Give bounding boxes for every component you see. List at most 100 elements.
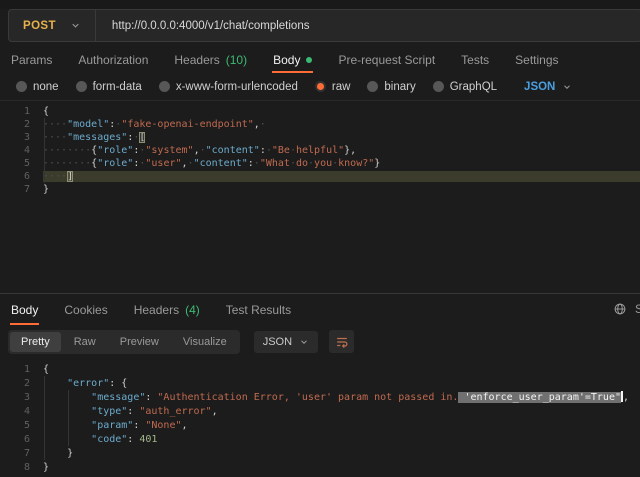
response-header-right: S <box>613 293 640 325</box>
code-token: ] <box>67 171 73 182</box>
body-mode-raw[interactable]: raw <box>315 81 351 93</box>
view-raw[interactable]: Raw <box>63 332 107 352</box>
tab-count: (10) <box>226 53 247 67</box>
code-line[interactable]: 7} <box>0 183 640 196</box>
tab-label: Params <box>11 53 52 67</box>
code-token: { <box>43 364 49 375</box>
line-number: 5 <box>0 420 43 431</box>
code-token: "What <box>260 158 290 169</box>
code-token: "role" <box>97 158 133 169</box>
tab-body[interactable]: Body <box>272 46 313 73</box>
tab-label: Settings <box>515 53 558 67</box>
code-token: }, <box>344 145 356 156</box>
body-mode-label: binary <box>384 81 415 93</box>
tab-params[interactable]: Params <box>10 46 53 73</box>
tab-label: Headers <box>134 303 179 317</box>
code-line[interactable]: 7 } <box>0 446 640 460</box>
view-visualize[interactable]: Visualize <box>172 332 238 352</box>
response-tabs: Body Cookies Headers(4) Test Results <box>0 293 640 325</box>
code-token: "error" <box>67 378 109 389</box>
code-line[interactable]: 6 "code": 401 <box>0 432 640 446</box>
code-token: ···· <box>43 171 67 182</box>
tab-settings[interactable]: Settings <box>514 46 559 73</box>
code-text: "param": "None", <box>43 420 640 431</box>
code-line[interactable]: 3····"messages":·[ <box>0 131 640 144</box>
code-line[interactable]: 1{ <box>0 362 640 376</box>
code-token: } <box>43 462 49 473</box>
request-language-selector[interactable]: JSON <box>524 81 572 93</box>
body-mode-binary[interactable]: binary <box>367 81 415 93</box>
code-token: · <box>260 119 266 130</box>
tab-cookies[interactable]: Cookies <box>63 294 108 325</box>
code-token: do <box>296 158 308 169</box>
code-text: ····] <box>43 171 640 182</box>
request-body-editor[interactable]: 1{2····"model":·"fake-openai-endpoint",·… <box>0 100 640 293</box>
code-text: { <box>43 364 640 375</box>
code-token: , <box>212 406 218 417</box>
code-token: you <box>314 158 332 169</box>
code-line[interactable]: 4 "type": "auth_error", <box>0 404 640 418</box>
body-mode-form-data[interactable]: form-data <box>76 81 142 93</box>
wrap-text-button[interactable] <box>329 330 354 353</box>
code-line[interactable]: 5········{"role":·"user",·"content":·"Wh… <box>0 157 640 170</box>
line-number: 7 <box>0 184 43 195</box>
body-mode-x-www-form-urlencoded[interactable]: x-www-form-urlencoded <box>159 81 298 93</box>
code-line[interactable]: 5 "param": "None", <box>0 418 640 432</box>
line-number: 6 <box>0 171 43 182</box>
response-view-switcher: PrettyRawPreviewVisualize <box>8 330 240 354</box>
tab-test-results[interactable]: Test Results <box>225 294 292 325</box>
tab-headers[interactable]: Headers(10) <box>173 46 248 73</box>
wrap-text-icon <box>335 335 349 349</box>
chevron-down-icon <box>562 82 572 92</box>
globe-icon[interactable] <box>613 302 627 316</box>
top-strip <box>0 0 640 9</box>
code-line[interactable]: 3 "message": "Authentication Error, 'use… <box>0 390 640 404</box>
body-mode-label: raw <box>332 81 351 93</box>
line-number: 1 <box>0 106 43 117</box>
code-line[interactable]: 6····] <box>0 170 640 183</box>
code-token: ···· <box>43 132 67 143</box>
code-token: } <box>43 184 49 195</box>
code-token: } <box>374 158 380 169</box>
line-number: 2 <box>0 119 43 130</box>
url-input[interactable]: http://0.0.0.0:4000/v1/chat/completions <box>96 20 310 32</box>
radio-icon <box>16 81 27 92</box>
code-token <box>43 378 67 389</box>
chevron-down-icon <box>299 337 309 347</box>
code-token: [ <box>139 132 145 143</box>
line-number: 4 <box>0 145 43 156</box>
indent-guide <box>44 376 45 460</box>
code-line[interactable]: 4········{"role":·"system",·"content":·"… <box>0 144 640 157</box>
body-mode-label: none <box>33 81 59 93</box>
response-language-label: JSON <box>263 336 292 348</box>
view-pretty[interactable]: Pretty <box>10 332 61 352</box>
response-body-viewer[interactable]: 1{2 "error": {3 "message": "Authenticati… <box>0 357 640 477</box>
code-line[interactable]: 8} <box>0 460 640 474</box>
body-mode-none[interactable]: none <box>16 81 59 93</box>
tab-pre-request-script[interactable]: Pre-request Script <box>337 46 436 73</box>
line-number: 7 <box>0 448 43 459</box>
tab-authorization[interactable]: Authorization <box>77 46 149 73</box>
code-line[interactable]: 2 "error": { <box>0 376 640 390</box>
line-number: 4 <box>0 406 43 417</box>
code-token: ···· <box>43 119 67 130</box>
tab-headers[interactable]: Headers(4) <box>133 294 201 325</box>
code-line[interactable]: 1{ <box>0 105 640 118</box>
request-code-area[interactable]: 1{2····"model":·"fake-openai-endpoint",·… <box>0 101 640 196</box>
code-text: ········{"role":·"user",·"content":·"Wha… <box>43 158 640 169</box>
tab-tests[interactable]: Tests <box>460 46 490 73</box>
method-selector[interactable]: POST <box>9 10 95 41</box>
body-mode-graphql[interactable]: GraphQL <box>433 81 497 93</box>
code-token: ········ <box>43 145 91 156</box>
response-language-selector[interactable]: JSON <box>254 331 318 353</box>
code-line[interactable]: 2····"model":·"fake-openai-endpoint",· <box>0 118 640 131</box>
code-token: : <box>127 434 139 445</box>
code-token: : <box>145 392 157 403</box>
code-token: : { <box>109 378 127 389</box>
response-code-area[interactable]: 1{2 "error": {3 "message": "Authenticati… <box>0 357 640 474</box>
code-token: "system" <box>145 145 193 156</box>
tab-label: Test Results <box>226 303 291 317</box>
tab-body[interactable]: Body <box>10 294 39 325</box>
view-preview[interactable]: Preview <box>109 332 170 352</box>
code-token: "role" <box>97 145 133 156</box>
